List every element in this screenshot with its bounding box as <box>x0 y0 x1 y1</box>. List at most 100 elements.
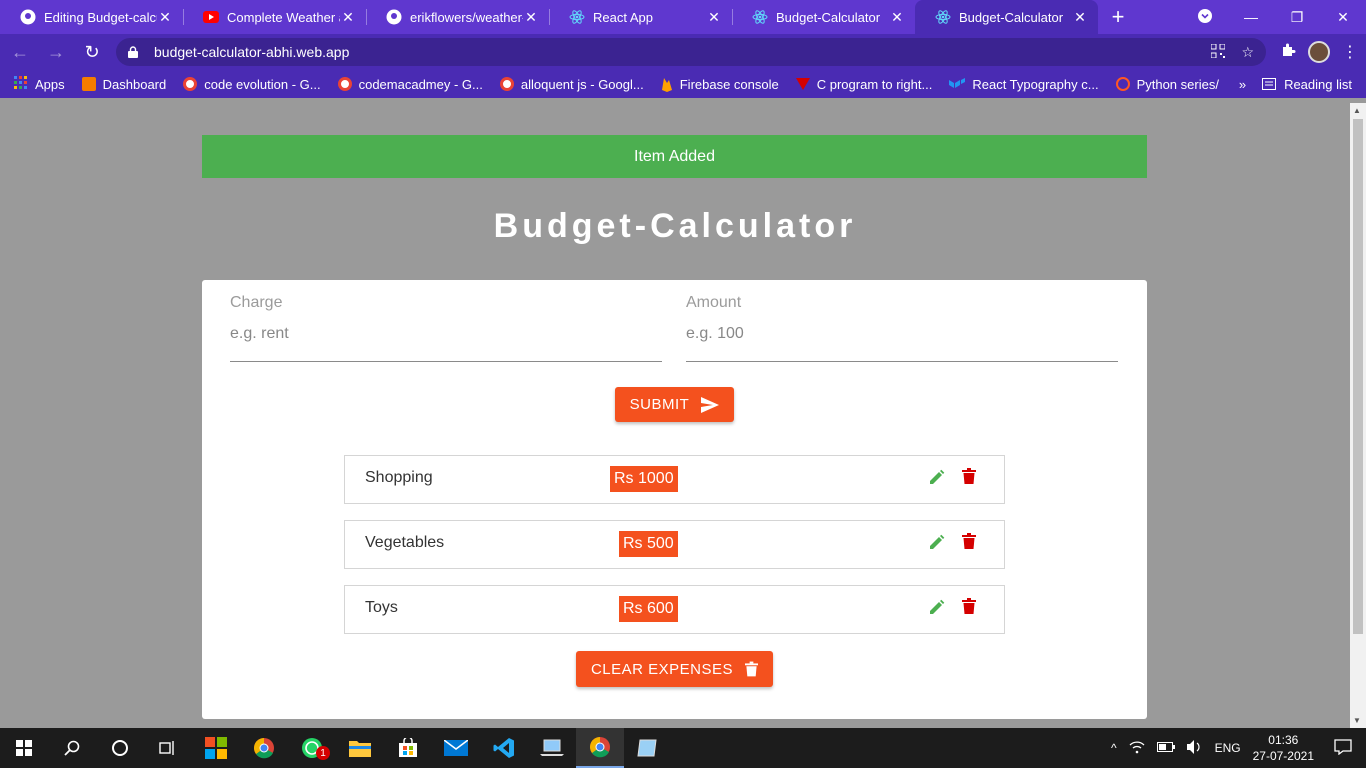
amount-label: Amount <box>686 294 742 311</box>
delete-trash-icon[interactable] <box>962 533 976 549</box>
laptop-app-icon[interactable] <box>528 728 576 768</box>
volume-icon[interactable] <box>1186 739 1203 757</box>
bookmarks-overflow-icon[interactable]: » <box>1239 77 1246 92</box>
bookmark-label: codemacadmey - G... <box>358 76 483 92</box>
menu-kebab-icon[interactable]: ⋮ <box>1342 42 1358 62</box>
page-scrollbar[interactable]: ▲ ▼ <box>1350 103 1366 728</box>
scrollbar-thumb[interactable] <box>1353 119 1363 634</box>
close-icon[interactable]: ✕ <box>523 9 539 26</box>
chevron-up-icon[interactable]: ^ <box>1111 741 1117 755</box>
bookmark-codemacadmey[interactable]: codemacadmey - G... <box>337 76 483 92</box>
tab-title: React App <box>593 9 653 25</box>
clock-time: 01:36 <box>1268 733 1299 747</box>
google-icon <box>337 77 352 91</box>
bookmark-python-series[interactable]: Python series/ <box>1115 76 1219 92</box>
tab-budget-calculator[interactable]: Budget-Calculator ✕ <box>732 0 915 34</box>
expense-name: Toys <box>365 599 398 616</box>
expense-amount: Rs 1000 <box>610 466 678 492</box>
tab-react-app[interactable]: React App ✕ <box>549 0 732 34</box>
notepad-icon[interactable] <box>624 728 672 768</box>
list-item: Shopping Rs 1000 <box>344 455 1005 504</box>
address-bar[interactable]: budget-calculator-abhi.web.app ☆ <box>116 38 1266 66</box>
tab-title: Complete Weather app <box>227 9 340 25</box>
windows-start-icon[interactable] <box>0 728 48 768</box>
bookmark-label: C program to right... <box>816 76 933 92</box>
search-icon[interactable] <box>48 728 96 768</box>
google-icon <box>499 77 514 91</box>
tab-weather-app[interactable]: Complete Weather app ✕ <box>183 0 366 34</box>
amount-input[interactable] <box>686 325 1118 343</box>
tab-budget-calculator-active[interactable]: Budget-Calculator ✕ <box>915 0 1098 34</box>
minimize-icon[interactable]: — <box>1228 9 1274 25</box>
bookmark-react-typography[interactable]: React Typography c... <box>949 77 1099 92</box>
bookmark-c-program[interactable]: C program to right... <box>795 76 933 92</box>
chrome-active-icon[interactable] <box>576 728 624 768</box>
tab-weather-icons[interactable]: erikflowers/weather-ic ✕ <box>366 0 549 34</box>
delete-trash-icon[interactable] <box>962 598 976 614</box>
bookmark-label: alloquent js - Googl... <box>520 76 644 92</box>
forward-icon[interactable]: → <box>40 36 72 68</box>
submit-button[interactable]: SUBMIT <box>615 387 734 422</box>
mail-icon[interactable] <box>432 728 480 768</box>
bookmark-firebase-console[interactable]: Firebase console <box>661 77 779 92</box>
bookmark-alloquent-js[interactable]: alloquent js - Googl... <box>499 76 644 92</box>
delete-trash-icon[interactable] <box>962 468 976 484</box>
notifications-icon[interactable] <box>1334 738 1352 758</box>
scroll-down-icon[interactable]: ▼ <box>1353 716 1361 725</box>
window-close-icon[interactable]: ✕ <box>1320 9 1366 26</box>
extensions-icon[interactable] <box>1280 42 1296 63</box>
react-icon <box>752 9 768 25</box>
close-icon[interactable]: ✕ <box>340 9 356 26</box>
whatsapp-icon[interactable]: 1 <box>288 728 336 768</box>
reload-icon[interactable]: ↻ <box>76 36 108 68</box>
close-icon[interactable]: ✕ <box>1072 9 1088 26</box>
bookmark-star-icon[interactable]: ☆ <box>1241 44 1254 61</box>
clock-date: 27-07-2021 <box>1252 749 1314 763</box>
lock-icon <box>128 46 142 58</box>
battery-icon[interactable] <box>1156 741 1175 755</box>
success-alert: Item Added <box>202 135 1147 178</box>
profile-avatar[interactable] <box>1308 41 1330 63</box>
url-text: budget-calculator-abhi.web.app <box>154 44 350 60</box>
windows-taskbar: 1 ^ ENG 01:36 27-07-2021 <box>0 728 1366 768</box>
tab-editing-budget[interactable]: Editing Budget-calcula ✕ <box>0 0 183 34</box>
store-icon[interactable] <box>384 728 432 768</box>
edit-pencil-icon[interactable] <box>929 469 945 485</box>
bookmark-apps[interactable]: Apps <box>14 75 65 93</box>
edit-pencil-icon[interactable] <box>929 534 945 550</box>
clear-expenses-button[interactable]: CLEAR EXPENSES <box>576 651 773 687</box>
file-explorer-icon[interactable] <box>336 728 384 768</box>
bookmark-label: Apps <box>35 76 65 92</box>
wifi-icon[interactable] <box>1129 740 1145 757</box>
tab-strip: Editing Budget-calcula ✕ Complete Weathe… <box>0 0 1366 34</box>
office-icon[interactable] <box>192 728 240 768</box>
bookmark-code-evolution[interactable]: code evolution - G... <box>183 76 321 92</box>
close-icon[interactable]: ✕ <box>889 9 905 26</box>
window-controls: — ❐ ✕ <box>1182 0 1366 34</box>
expense-amount: Rs 500 <box>619 531 678 557</box>
bookmark-dashboard[interactable]: Dashboard <box>81 77 166 92</box>
edit-pencil-icon[interactable] <box>929 599 945 615</box>
tab-search-icon[interactable] <box>1182 8 1228 26</box>
chrome-icon[interactable] <box>240 728 288 768</box>
close-icon[interactable]: ✕ <box>157 9 173 26</box>
react-icon <box>569 9 585 25</box>
maximize-icon[interactable]: ❐ <box>1274 9 1320 26</box>
reading-list-button[interactable]: Reading list <box>1262 77 1352 92</box>
amount-field: Amount <box>686 294 1118 362</box>
send-icon <box>701 396 720 413</box>
task-view-icon[interactable] <box>144 728 192 768</box>
cortana-icon[interactable] <box>96 728 144 768</box>
mui-icon <box>949 78 966 90</box>
new-tab-button[interactable]: + <box>1098 0 1138 34</box>
language-indicator[interactable]: ENG <box>1215 741 1241 755</box>
clock[interactable]: 01:36 27-07-2021 <box>1253 732 1314 764</box>
qr-code-icon[interactable] <box>1210 43 1226 61</box>
bookmark-label: Python series/ <box>1136 76 1219 92</box>
back-icon[interactable]: ← <box>4 36 36 68</box>
close-icon[interactable]: ✕ <box>706 9 722 26</box>
vscode-icon[interactable] <box>480 728 528 768</box>
bookmark-label: code evolution - G... <box>204 76 321 92</box>
charge-input[interactable] <box>230 325 662 343</box>
scroll-up-icon[interactable]: ▲ <box>1353 106 1361 115</box>
